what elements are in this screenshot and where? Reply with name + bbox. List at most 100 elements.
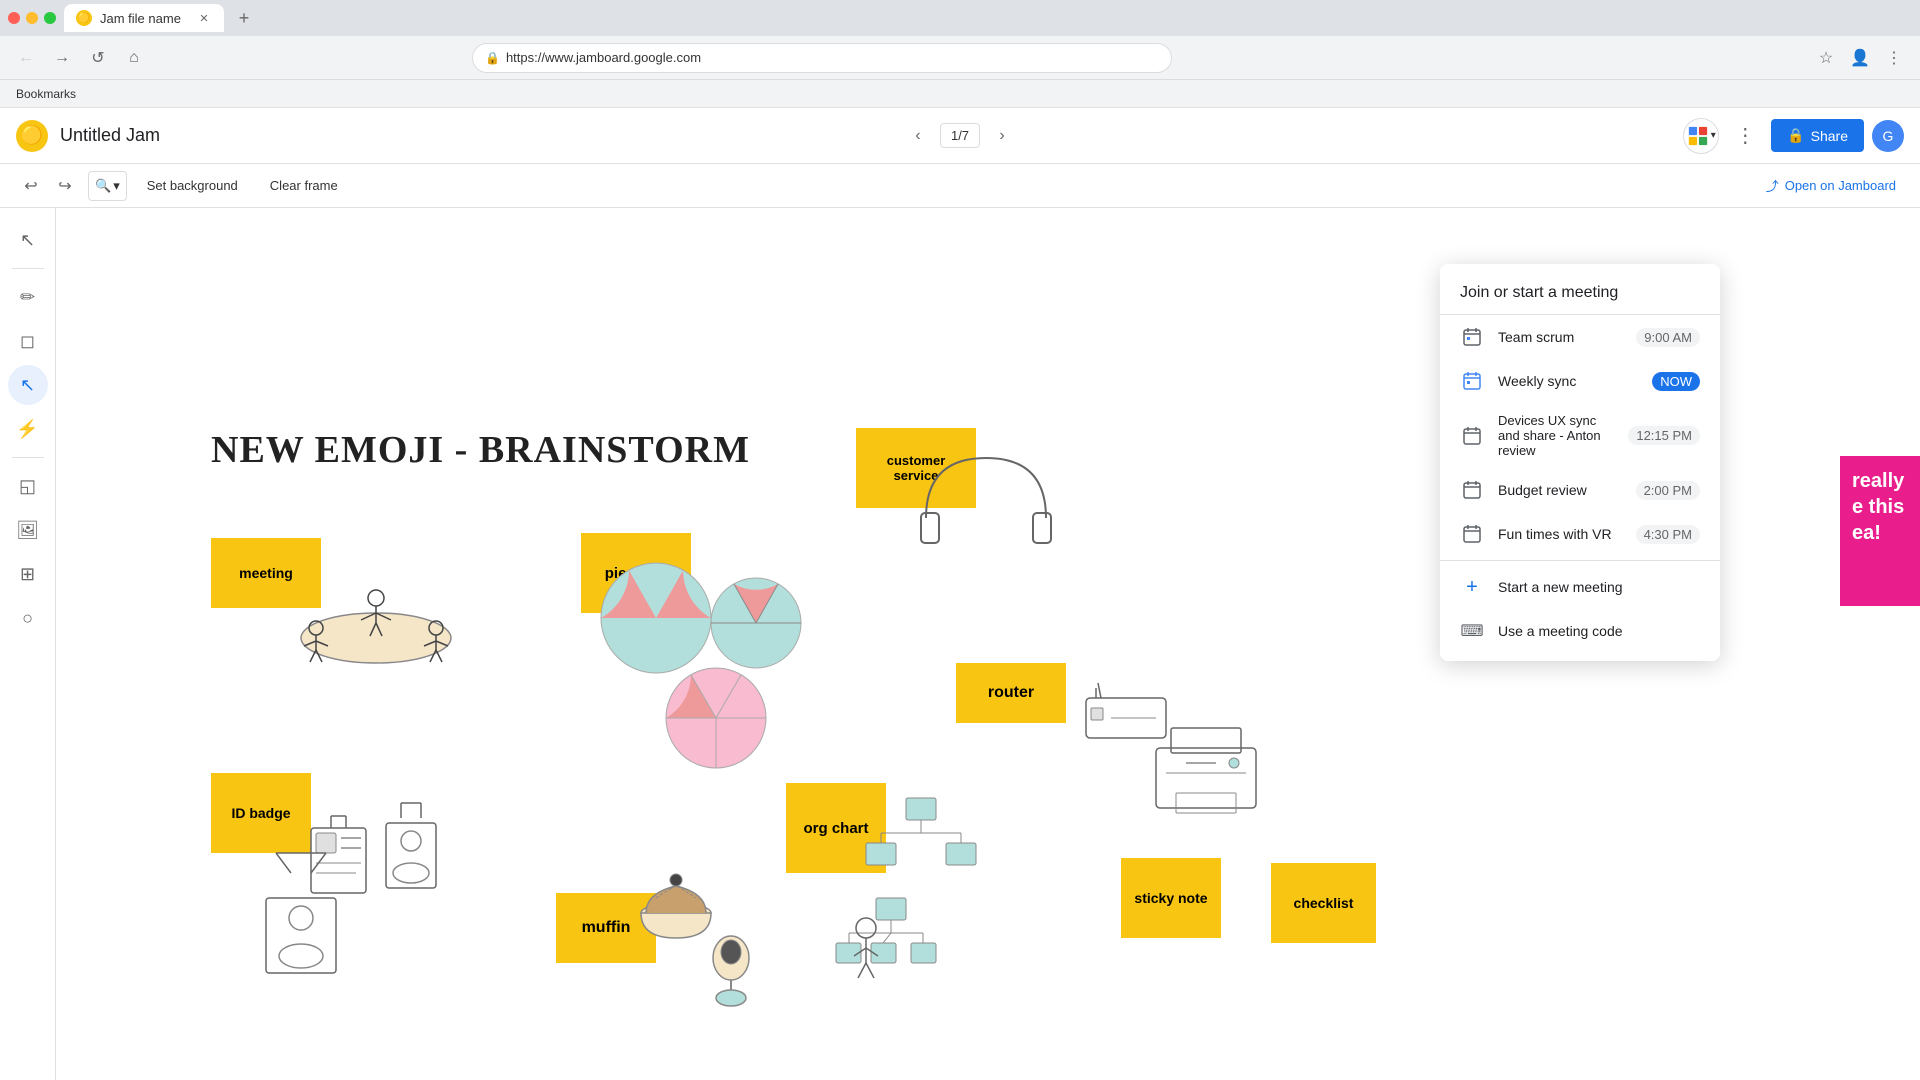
- meeting-time-fun-times: 4:30 PM: [1636, 525, 1700, 544]
- select-active-tool-btn[interactable]: ↖: [8, 365, 48, 405]
- app-body: ↖ ✏ ◻ ↖ ⚡ ◱ 🖼 ⊞ ○ NEW EMOJI - BRAINSTORM: [0, 208, 1920, 1080]
- more-options-icon[interactable]: ⋮: [1880, 44, 1908, 72]
- bookmarks-bar: Bookmarks: [0, 80, 1920, 108]
- prev-frame-btn[interactable]: ‹: [904, 122, 932, 150]
- meeting-item-weekly-sync[interactable]: Weekly sync NOW: [1440, 359, 1720, 403]
- maximize-window-btn[interactable]: [44, 12, 56, 24]
- app-logo: 🟡: [16, 120, 48, 152]
- address-text: https://www.jamboard.google.com: [506, 50, 701, 65]
- zoom-arrow: ▾: [113, 178, 120, 194]
- template-tool-btn[interactable]: ⊞: [8, 554, 48, 594]
- laser-tool-btn[interactable]: ⚡: [8, 409, 48, 449]
- meeting-item-devices-ux[interactable]: Devices UX sync and share - Anton review…: [1440, 403, 1720, 468]
- keyboard-icon: ⌨: [1460, 619, 1484, 643]
- sticky-note-tool-btn[interactable]: ◱: [8, 466, 48, 506]
- share-button[interactable]: 🔒 Share: [1771, 119, 1864, 152]
- lock-icon: 🔒: [485, 51, 500, 65]
- select-tool-btn[interactable]: ↖: [8, 220, 48, 260]
- meeting-time-weekly-sync: NOW: [1652, 372, 1700, 391]
- sticky-note-id-badge[interactable]: ID badge: [211, 773, 311, 853]
- image-tool-btn[interactable]: 🖼: [8, 510, 48, 550]
- app-secondary-toolbar: ↩ ↪ 🔍 ▾ Set background Clear frame ⤴ Ope…: [0, 164, 1920, 208]
- zoom-icon: 🔍: [95, 178, 111, 194]
- bookmark-star-icon[interactable]: ☆: [1812, 44, 1840, 72]
- meet-button[interactable]: ▾: [1683, 118, 1719, 154]
- redo-button[interactable]: ↪: [50, 171, 80, 201]
- sticky-note-pie-chart[interactable]: pie chart: [581, 533, 691, 613]
- sticky-note-meeting[interactable]: meeting: [211, 538, 321, 608]
- minimize-window-btn[interactable]: [26, 12, 38, 24]
- meeting-time-devices-ux: 12:15 PM: [1628, 426, 1700, 445]
- header-right: ▾ ⋮ 🔒 Share G: [1683, 118, 1904, 154]
- more-options-btn[interactable]: ⋮: [1727, 118, 1763, 154]
- set-background-button[interactable]: Set background: [135, 170, 250, 202]
- zoom-control[interactable]: 🔍 ▾: [88, 171, 127, 201]
- sticky-note-router[interactable]: router: [956, 663, 1066, 723]
- browser-toolbar-right: ☆ 👤 ⋮: [1812, 44, 1908, 72]
- meeting-info-budget-review: Budget review: [1498, 482, 1622, 498]
- calendar-icon-5: [1460, 522, 1484, 546]
- calendar-icon-1: [1460, 325, 1484, 349]
- address-bar[interactable]: 🔒 https://www.jamboard.google.com: [472, 43, 1172, 73]
- meeting-info-team-scrum: Team scrum: [1498, 329, 1622, 345]
- meet-icon: [1687, 125, 1709, 147]
- tab-title: Jam file name: [100, 11, 181, 26]
- undo-redo-group: ↩ ↪: [16, 171, 80, 201]
- meeting-item-budget-review[interactable]: Budget review 2:00 PM: [1440, 468, 1720, 512]
- start-meeting-label: Start a new meeting: [1498, 579, 1623, 595]
- meeting-info-fun-times: Fun times with VR: [1498, 526, 1622, 542]
- sticky-note-muffin[interactable]: muffin: [556, 893, 656, 963]
- meeting-divider: [1440, 560, 1720, 561]
- open-on-jamboard-button[interactable]: ⤴ Open on Jamboard: [1758, 176, 1904, 195]
- profile-icon[interactable]: 👤: [1846, 44, 1874, 72]
- eraser-tool-btn[interactable]: ◻: [8, 321, 48, 361]
- undo-button[interactable]: ↩: [16, 171, 46, 201]
- reload-button[interactable]: ↺: [84, 44, 112, 72]
- tool-divider-2: [12, 457, 44, 458]
- browser-tab[interactable]: 🟡 Jam file name ✕: [64, 4, 224, 32]
- next-frame-btn[interactable]: ›: [988, 122, 1016, 150]
- sticky-note-sticky-note[interactable]: sticky note: [1121, 858, 1221, 938]
- tool-divider-1: [12, 268, 44, 269]
- frame-navigation: ‹ 1/7 ›: [904, 122, 1016, 150]
- canvas-title: NEW EMOJI - BRAINSTORM: [211, 428, 750, 472]
- meeting-item-team-scrum[interactable]: Team scrum 9:00 AM: [1440, 315, 1720, 359]
- sticky-note-org-chart[interactable]: org chart: [786, 783, 886, 873]
- meet-dropdown-arrow: ▾: [1711, 130, 1716, 141]
- browser-toolbar: ← → ↺ ⌂ 🔒 https://www.jamboard.google.co…: [0, 36, 1920, 80]
- app-title[interactable]: Untitled Jam: [60, 125, 1671, 146]
- calendar-icon-2: [1460, 369, 1484, 393]
- pink-sticky-note[interactable]: reallye thisea!: [1840, 456, 1920, 606]
- meeting-panel-header: Join or start a meeting: [1440, 264, 1720, 315]
- meeting-time-team-scrum: 9:00 AM: [1636, 328, 1700, 347]
- bookmarks-label[interactable]: Bookmarks: [16, 87, 76, 101]
- pen-tool-btn[interactable]: ✏: [8, 277, 48, 317]
- jamboard-app: 🟡 Untitled Jam ‹ 1/7 › ▾ ⋮: [0, 108, 1920, 1080]
- sticky-note-customer-service[interactable]: customer service: [856, 428, 976, 508]
- new-tab-button[interactable]: +: [232, 6, 256, 30]
- close-window-btn[interactable]: [8, 12, 20, 24]
- home-button[interactable]: ⌂: [120, 44, 148, 72]
- meeting-info-weekly-sync: Weekly sync: [1498, 373, 1638, 389]
- meeting-time-budget-review: 2:00 PM: [1636, 481, 1700, 500]
- tab-close-btn[interactable]: ✕: [196, 10, 212, 26]
- browser-titlebar: 🟡 Jam file name ✕ +: [0, 0, 1920, 36]
- clear-frame-button[interactable]: Clear frame: [258, 170, 350, 202]
- open-external-icon: ⤴: [1766, 176, 1779, 195]
- forward-button[interactable]: →: [48, 44, 76, 72]
- calendar-icon-4: [1460, 478, 1484, 502]
- back-button[interactable]: ←: [12, 44, 40, 72]
- share-lock-icon: 🔒: [1787, 127, 1804, 144]
- shapes-tool-btn[interactable]: ○: [8, 598, 48, 638]
- use-code-label: Use a meeting code: [1498, 623, 1623, 639]
- use-meeting-code-btn[interactable]: ⌨ Use a meeting code: [1440, 609, 1720, 653]
- user-avatar[interactable]: G: [1872, 120, 1904, 152]
- tool-sidebar: ↖ ✏ ◻ ↖ ⚡ ◱ 🖼 ⊞ ○: [0, 208, 56, 1080]
- meeting-item-fun-times[interactable]: Fun times with VR 4:30 PM: [1440, 512, 1720, 556]
- tab-favicon: 🟡: [76, 10, 92, 26]
- app-header: 🟡 Untitled Jam ‹ 1/7 › ▾ ⋮: [0, 108, 1920, 164]
- sticky-note-checklist[interactable]: checklist: [1271, 863, 1376, 943]
- start-new-meeting-btn[interactable]: + Start a new meeting: [1440, 565, 1720, 609]
- jam-canvas[interactable]: NEW EMOJI - BRAINSTORM customer service …: [56, 208, 1920, 1080]
- frame-indicator[interactable]: 1/7: [940, 123, 980, 148]
